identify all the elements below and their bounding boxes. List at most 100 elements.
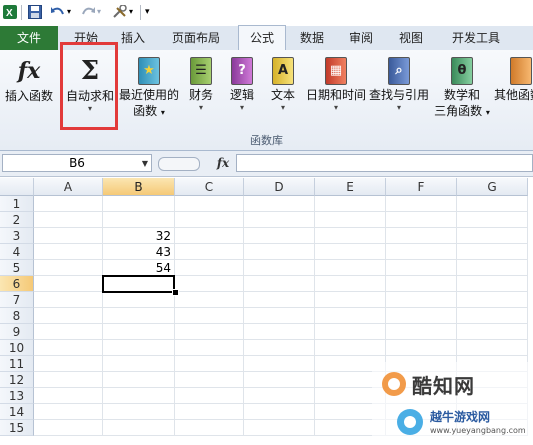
recently-used-button[interactable]: ★ 最近使用的 函数 ▾ [118,52,180,130]
cell-A13[interactable] [34,388,103,404]
cell-G7[interactable] [457,292,528,308]
row-header-1[interactable]: 1 [0,196,34,212]
cell-G6[interactable] [457,276,528,292]
cell-F5[interactable] [386,260,457,276]
cell-E5[interactable] [315,260,386,276]
cell-A4[interactable] [34,244,103,260]
row-header-4[interactable]: 4 [0,244,34,260]
cell-B2[interactable] [103,212,175,228]
name-box-dropdown-icon[interactable]: ▼ [142,156,148,172]
cell-C2[interactable] [175,212,244,228]
cell-E1[interactable] [315,196,386,212]
cell-D5[interactable] [244,260,315,276]
fill-handle[interactable] [172,289,179,296]
cell-E3[interactable] [315,228,386,244]
cell-D3[interactable] [244,228,315,244]
row-header-10[interactable]: 10 [0,340,34,356]
cell-C11[interactable] [175,356,244,372]
row-header-5[interactable]: 5 [0,260,34,276]
cell-E4[interactable] [315,244,386,260]
cell-D10[interactable] [244,340,315,356]
cell-D14[interactable] [244,404,315,420]
financial-button[interactable]: ☰ 财务 ▾ [183,52,219,130]
date-time-button[interactable]: ▦ 日期和时间 ▾ [305,52,367,130]
cell-A9[interactable] [34,324,103,340]
cell-B4[interactable]: 43 [103,244,175,260]
column-header-G[interactable]: G [457,178,528,196]
cell-B14[interactable] [103,404,175,420]
cell-G1[interactable] [457,196,528,212]
column-header-B[interactable]: B [103,178,175,196]
cell-A2[interactable] [34,212,103,228]
row-header-2[interactable]: 2 [0,212,34,228]
cell-E9[interactable] [315,324,386,340]
formula-input[interactable] [236,154,533,172]
row-header-8[interactable]: 8 [0,308,34,324]
cell-G5[interactable] [457,260,528,276]
cell-G8[interactable] [457,308,528,324]
row-header-14[interactable]: 14 [0,404,34,420]
cell-D9[interactable] [244,324,315,340]
cell-C1[interactable] [175,196,244,212]
tab-data[interactable]: 数据 [292,26,332,50]
cell-G10[interactable] [457,340,528,356]
cell-D12[interactable] [244,372,315,388]
cell-F9[interactable] [386,324,457,340]
cell-A6[interactable] [34,276,103,292]
cell-C13[interactable] [175,388,244,404]
cell-B13[interactable] [103,388,175,404]
undo-icon[interactable] [50,5,64,19]
row-header-12[interactable]: 12 [0,372,34,388]
cell-C7[interactable] [175,292,244,308]
cell-B11[interactable] [103,356,175,372]
row-header-3[interactable]: 3 [0,228,34,244]
row-header-15[interactable]: 15 [0,420,34,436]
cell-F1[interactable] [386,196,457,212]
cell-D13[interactable] [244,388,315,404]
cell-F10[interactable] [386,340,457,356]
cell-E2[interactable] [315,212,386,228]
cell-A1[interactable] [34,196,103,212]
logical-button[interactable]: ? 逻辑 ▾ [224,52,260,130]
cell-C8[interactable] [175,308,244,324]
cell-A15[interactable] [34,420,103,436]
column-header-C[interactable]: C [175,178,244,196]
tab-page-layout[interactable]: 页面布局 [160,26,232,50]
tab-view[interactable]: 视图 [390,26,432,50]
cell-A10[interactable] [34,340,103,356]
cell-D11[interactable] [244,356,315,372]
cell-B12[interactable] [103,372,175,388]
cell-A8[interactable] [34,308,103,324]
lookup-reference-button[interactable]: ⌕ 查找与引用 ▾ [368,52,430,130]
select-all-corner[interactable] [0,178,34,196]
cell-D15[interactable] [244,420,315,436]
cell-C12[interactable] [175,372,244,388]
cell-B3[interactable]: 32 [103,228,175,244]
name-box[interactable]: B6 ▼ [2,154,152,172]
column-header-A[interactable]: A [34,178,103,196]
cell-E10[interactable] [315,340,386,356]
insert-function-button[interactable]: fx 插入函数 [2,52,56,130]
cell-D1[interactable] [244,196,315,212]
row-header-7[interactable]: 7 [0,292,34,308]
cell-C5[interactable] [175,260,244,276]
insert-function-fx-icon[interactable]: fx [212,154,234,172]
text-button[interactable]: A 文本 ▾ [265,52,301,130]
cell-C10[interactable] [175,340,244,356]
cell-F4[interactable] [386,244,457,260]
column-header-F[interactable]: F [386,178,457,196]
cell-B9[interactable] [103,324,175,340]
cell-C15[interactable] [175,420,244,436]
tools-icon[interactable] [112,4,127,19]
cell-G3[interactable] [457,228,528,244]
cell-D8[interactable] [244,308,315,324]
cell-C9[interactable] [175,324,244,340]
cell-B1[interactable] [103,196,175,212]
cell-A14[interactable] [34,404,103,420]
cell-B15[interactable] [103,420,175,436]
more-functions-button[interactable]: 其他函数 [494,52,533,130]
cell-F8[interactable] [386,308,457,324]
tab-insert[interactable]: 插入 [112,26,154,50]
row-header-11[interactable]: 11 [0,356,34,372]
cell-E8[interactable] [315,308,386,324]
